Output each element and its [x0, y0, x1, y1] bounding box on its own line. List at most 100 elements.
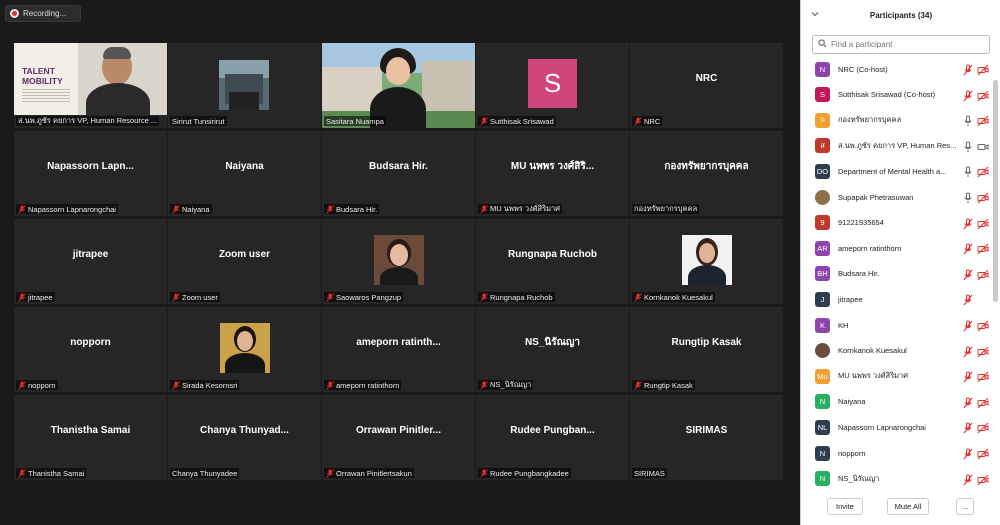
participant-row[interactable]: AR ameporn ratinthorn — [815, 239, 991, 257]
mic-icon[interactable] — [962, 140, 974, 152]
tile-display-name: Rudee Pungban... — [510, 425, 595, 436]
talent-mobility-banner: TALENT MOBILITY — [22, 66, 63, 86]
participant-row[interactable]: Kornkanok Kuesakul — [815, 342, 991, 360]
mic-muted-icon[interactable] — [962, 447, 974, 460]
video-tile[interactable]: MU นพพร วงศ์สิริ... MU นพพร วงศ์สิริมาศ — [476, 131, 629, 216]
mic-muted-icon — [326, 204, 334, 214]
mic-muted-icon[interactable] — [962, 345, 974, 357]
tile-display-name: Thanistha Samai — [50, 425, 131, 436]
video-tile[interactable]: TALENT MOBILITY ส.นพ.ภูชัร คยการ VP, Human… — [14, 43, 167, 128]
participant-row[interactable]: N Naiyana — [815, 393, 991, 411]
video-tile[interactable]: Napassorn Lapn... Napassorn Lapnarongchai — [14, 131, 167, 216]
mic-icon[interactable] — [962, 114, 974, 127]
tile-name-label: Rungnapa Ruchob — [478, 292, 555, 302]
participant-name: NRC (Co-host) — [838, 64, 888, 74]
mic-muted-icon — [480, 116, 488, 126]
video-tile[interactable]: NS_นิรัณญา NS_นิรัณญา — [476, 307, 629, 392]
video-tile[interactable]: Sirirut Tunsirirut — [168, 43, 321, 128]
mic-muted-icon[interactable] — [962, 217, 974, 229]
participant-name: KH — [838, 320, 849, 330]
video-off-icon[interactable] — [977, 217, 989, 229]
video-tile[interactable]: Kornkanok Kuesakul — [630, 219, 783, 304]
mic-muted-icon[interactable] — [962, 268, 974, 281]
participant-row[interactable]: 9 91221935654 — [815, 214, 991, 232]
avatar: K — [815, 317, 830, 333]
video-off-icon[interactable] — [977, 114, 989, 127]
mic-muted-icon — [480, 204, 488, 214]
video-tile[interactable]: Budsara Hir. Budsara Hir. — [322, 131, 475, 216]
participant-row[interactable]: N NRC (Co-host) — [815, 60, 991, 78]
tile-display-name: NRC — [695, 73, 718, 84]
participant-row[interactable]: Nnopporn — [815, 444, 991, 462]
more-button[interactable]: ... — [956, 498, 974, 515]
video-off-icon[interactable] — [977, 63, 989, 76]
video-off-icon[interactable] — [977, 396, 989, 409]
participant-row[interactable]: BH Budsara Hir. — [815, 265, 991, 283]
mic-muted-icon[interactable] — [962, 89, 974, 101]
mic-muted-icon[interactable] — [962, 63, 974, 76]
video-off-icon[interactable] — [977, 473, 989, 485]
tile-name-label: nopporn — [16, 380, 58, 390]
participant-row[interactable]: K KH — [815, 316, 991, 334]
video-off-icon[interactable] — [977, 268, 989, 281]
participant-row[interactable]: ส ส.นพ.ภูชัร คยการ VP, Human Res... — [815, 137, 991, 155]
video-off-icon[interactable] — [977, 165, 989, 178]
mic-icon[interactable] — [962, 165, 974, 178]
mic-muted-icon — [172, 292, 180, 302]
video-off-icon[interactable] — [977, 345, 989, 357]
invite-button[interactable]: Invite — [827, 498, 863, 515]
mic-muted-icon — [326, 292, 334, 302]
participant-row[interactable]: NL Napassorn Lapnarongchai — [815, 418, 991, 436]
mic-muted-icon[interactable] — [962, 242, 974, 255]
video-tile[interactable]: Rungtip Kasak Rungtip Kasak — [630, 307, 783, 392]
video-tile[interactable]: Thanistha Samai Thanistha Samai — [14, 395, 167, 480]
tile-name-label: Zoom user — [170, 292, 220, 302]
chevron-down-icon[interactable] — [811, 10, 819, 18]
participant-name: Department of Mental Health a... — [838, 166, 947, 176]
video-tile[interactable]: Chanya Thunyad... Chanya Thunyadee — [168, 395, 321, 480]
video-off-icon[interactable] — [977, 89, 989, 101]
video-tile[interactable]: nopporn nopporn — [14, 307, 167, 392]
video-off-icon[interactable] — [977, 447, 989, 460]
video-tile[interactable]: Saowaros Pangzup — [322, 219, 475, 304]
mic-muted-icon[interactable] — [962, 293, 974, 306]
participant-row[interactable]: ก กองทรัพยากรบุคคล — [815, 111, 991, 129]
video-off-icon[interactable] — [977, 421, 989, 434]
mic-icon[interactable] — [962, 191, 974, 203]
video-tile[interactable]: ameporn ratinth... ameporn ratinthorn — [322, 307, 475, 392]
video-tile[interactable]: Rungnapa Ruchob Rungnapa Ruchob — [476, 219, 629, 304]
video-off-icon[interactable] — [977, 319, 989, 332]
participant-search[interactable] — [812, 35, 990, 54]
video-tile[interactable]: กองทรัพยากรบุคคล กองทรัพยากรบุคคล — [630, 131, 783, 216]
mic-muted-icon[interactable] — [962, 370, 974, 383]
video-tile[interactable]: Rudee Pungban... Rudee Pungbangkadee — [476, 395, 629, 480]
participant-row[interactable]: Mu MU นพพร วงศ์สิริมาศ — [815, 367, 991, 385]
participant-row[interactable]: Supapak Phetrasuwan — [815, 188, 991, 206]
participant-name: NS_นิรัณญา — [838, 473, 880, 483]
video-off-icon[interactable] — [977, 370, 989, 383]
video-tile[interactable]: Zoom user Zoom user — [168, 219, 321, 304]
video-icon[interactable] — [977, 140, 989, 152]
video-tile[interactable]: S Sutthisak Srisawad — [476, 43, 629, 128]
video-tile[interactable]: Naiyana Naiyana — [168, 131, 321, 216]
recording-indicator[interactable]: Recording... — [5, 5, 81, 22]
video-tile[interactable]: Sirada Kesornsri — [168, 307, 321, 392]
video-tile[interactable]: NRC NRC — [630, 43, 783, 128]
participant-row[interactable]: DO Department of Mental Health a... — [815, 162, 991, 180]
mic-muted-icon[interactable] — [962, 421, 974, 434]
panel-scrollbar[interactable] — [993, 80, 998, 302]
video-tile[interactable]: SIRIMAS SIRIMAS — [630, 395, 783, 480]
participant-row[interactable]: N NS_นิรัณญา — [815, 470, 991, 488]
video-tile[interactable]: Sasitara Nuampa — [322, 43, 475, 128]
video-tile[interactable]: jitrapee jitrapee — [14, 219, 167, 304]
mic-muted-icon[interactable] — [962, 473, 974, 485]
participant-row[interactable]: Jjitrapee — [815, 290, 991, 308]
mute-all-button[interactable]: Mute All — [887, 498, 929, 515]
video-off-icon[interactable] — [977, 191, 989, 204]
mic-muted-icon[interactable] — [962, 319, 974, 332]
video-off-icon[interactable] — [977, 242, 989, 255]
video-tile[interactable]: Orrawan Pinitler... Orrawan Pinitlertsaku… — [322, 395, 475, 480]
search-input[interactable] — [831, 40, 981, 49]
mic-muted-icon[interactable] — [962, 396, 974, 409]
participant-row[interactable]: S Sutthisak Srisawad (Co-host) — [815, 86, 991, 104]
